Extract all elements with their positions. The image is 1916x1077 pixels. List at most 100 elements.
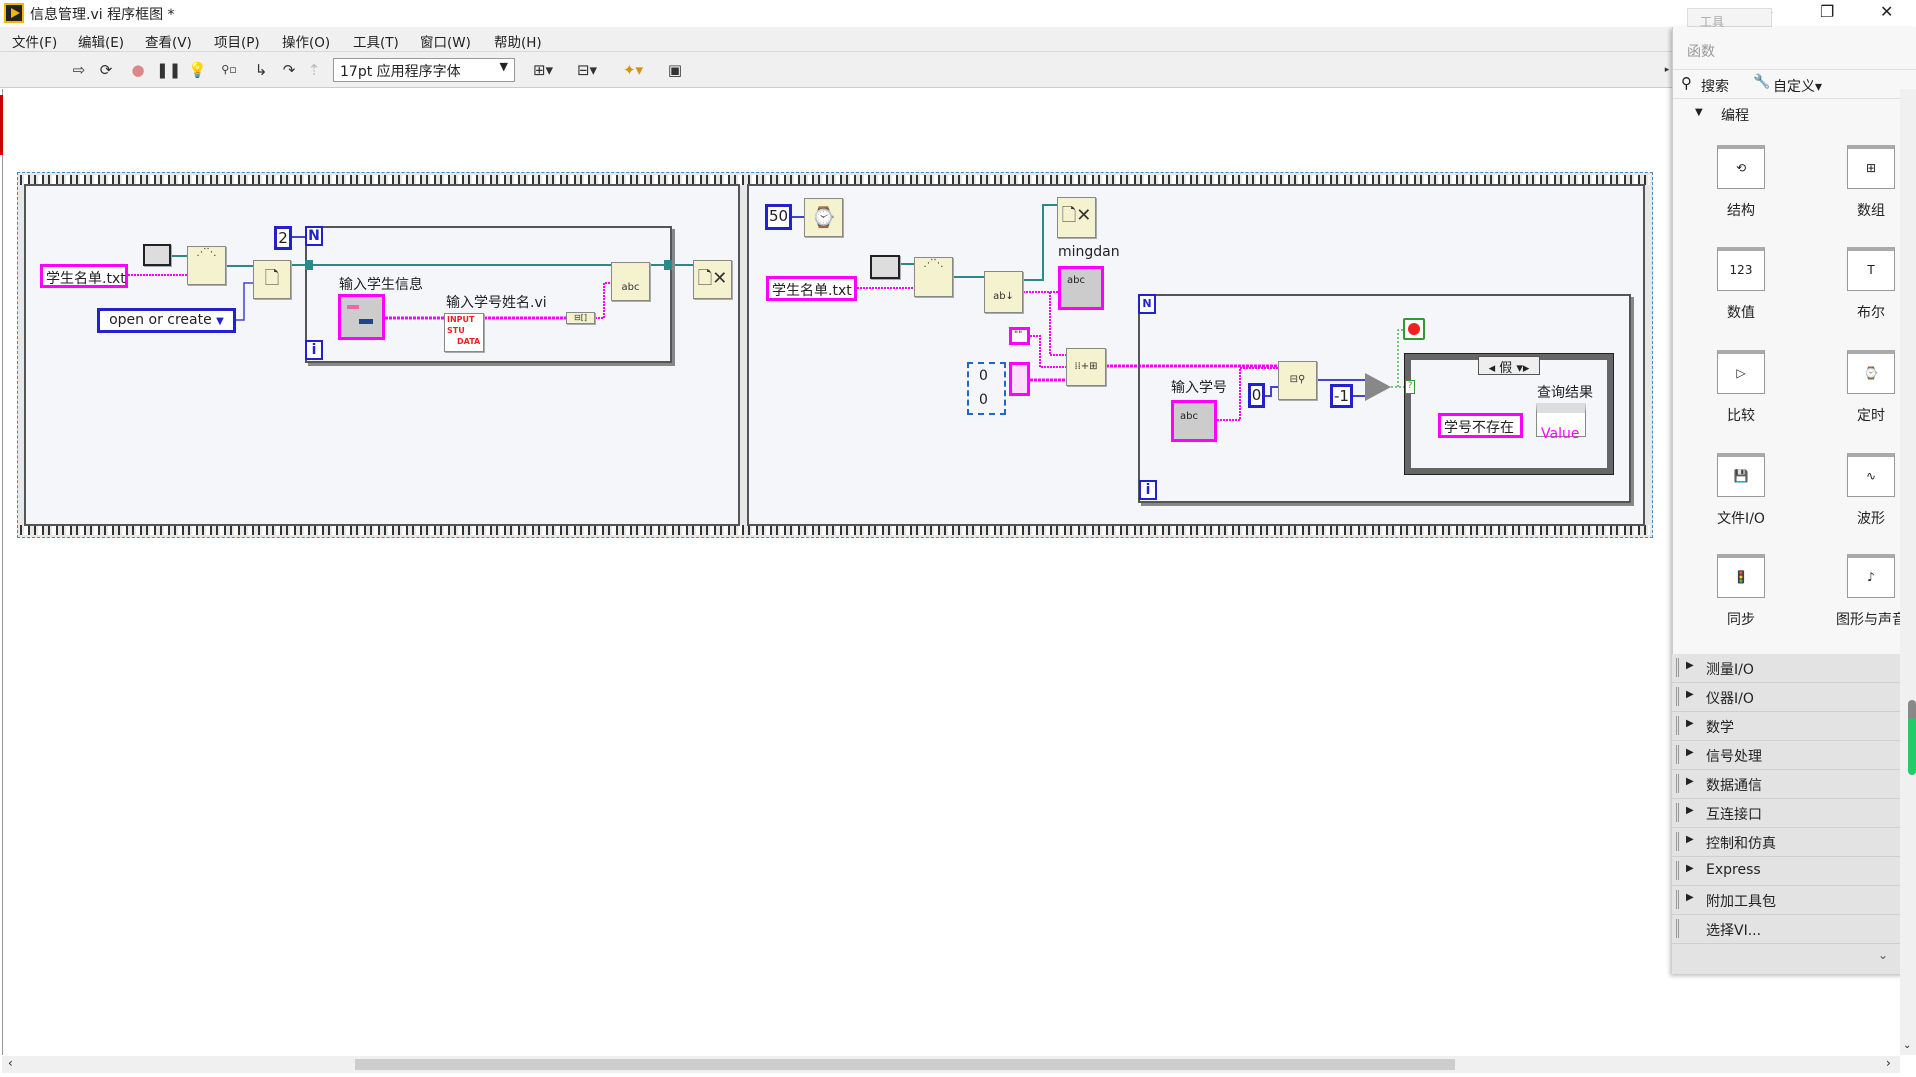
stop-terminal[interactable] — [1403, 318, 1425, 340]
empty-string-constant[interactable]: "" — [1009, 327, 1030, 345]
palette-category[interactable]: ▶ Express — [1672, 857, 1916, 886]
wait-ms-constant[interactable]: 50 — [765, 204, 792, 230]
palette-category[interactable]: ▶ 附加工具包 — [1672, 886, 1916, 915]
palette-category[interactable]: ▶ 互连接口 — [1672, 799, 1916, 828]
array-to-string-node[interactable]: ⊟[] — [566, 312, 595, 324]
search-icon[interactable]: ⚲ — [1681, 74, 1692, 92]
build-path-node[interactable]: ⋰⋱ — [187, 246, 226, 285]
open-mode-enum[interactable]: open or create ▼ — [97, 308, 236, 333]
result-indicator[interactable]: Value — [1536, 403, 1586, 442]
palette-item-label: 同步 — [1727, 612, 1755, 628]
horizontal-scroll-thumb[interactable] — [355, 1059, 1455, 1070]
loop-count-terminal[interactable]: N — [305, 226, 323, 246]
loop-count-constant[interactable]: 2 — [274, 226, 292, 250]
collapse-triangle-icon[interactable]: ▼ — [1695, 107, 1703, 118]
shift-register-right[interactable] — [664, 260, 672, 270]
palette-category[interactable]: ▶ 控制和仿真 — [1672, 828, 1916, 857]
path-string-constant-2[interactable]: 学生名单.txt — [766, 276, 857, 301]
palette-item[interactable]: ▷ 比较 — [1681, 350, 1801, 430]
subvi-text: STU — [447, 326, 465, 335]
search-button[interactable]: 搜索 — [1701, 76, 1729, 96]
palette-category-label: 信号处理 — [1706, 749, 1762, 765]
shift-register-left[interactable] — [305, 260, 313, 270]
path-string-constant[interactable]: 学生名单.txt — [40, 264, 128, 288]
expand-more-icon[interactable]: ⌄ — [1878, 948, 1888, 962]
palette-category[interactable]: ▶ 数据通信 — [1672, 770, 1916, 799]
greater-than-node[interactable] — [1365, 373, 1391, 401]
palette-category[interactable]: ▶ 信号处理 — [1672, 741, 1916, 770]
palette-scroll-thumb[interactable] — [1908, 700, 1916, 775]
input-student-subvi[interactable]: INPUT STU DATA — [444, 313, 484, 352]
palette-item[interactable]: 🚦 同步 — [1681, 554, 1801, 634]
graphics-sound-icon: ♪ — [1847, 554, 1895, 598]
open-mode-value: open or create — [109, 312, 212, 328]
drag-handle — [1676, 861, 1679, 880]
array-value: 0 — [979, 368, 988, 384]
timing-icon: ⌚ — [1847, 350, 1895, 394]
expand-triangle-icon: ▶ — [1686, 863, 1694, 874]
drag-handle — [1676, 716, 1679, 735]
start-index-constant[interactable]: 0 — [1248, 383, 1265, 408]
expand-triangle-icon: ▶ — [1686, 718, 1694, 729]
wait-node[interactable]: ⌚ — [804, 198, 843, 237]
close-file-node[interactable]: 🗋✕ — [693, 260, 732, 299]
not-found-constant[interactable]: -1 — [1330, 384, 1353, 408]
input-id-control[interactable]: abc — [1171, 400, 1217, 442]
boolean-icon: T — [1847, 247, 1895, 291]
expand-triangle-icon: ▶ — [1686, 747, 1694, 758]
expand-triangle-icon: ▶ — [1686, 805, 1694, 816]
scroll-right-icon[interactable]: › — [1886, 1056, 1891, 1070]
expand-triangle-icon: ▶ — [1686, 689, 1694, 700]
format-string-constant[interactable] — [1009, 362, 1030, 396]
drag-handle — [1676, 803, 1679, 822]
subvi-text: INPUT — [447, 315, 475, 324]
palette-category-label: Express — [1706, 862, 1761, 878]
palette-category[interactable]: 选择VI... — [1672, 915, 1916, 944]
drag-handle — [1676, 774, 1679, 793]
cluster-element-icon — [347, 305, 359, 309]
subvi-label: 输入学号姓名.vi — [446, 295, 547, 311]
array-icon: ⊞ — [1847, 145, 1895, 189]
student-info-cluster-control[interactable] — [338, 294, 385, 340]
case-selector-terminal[interactable]: ? — [1405, 380, 1415, 394]
spreadsheet-string-to-array-node[interactable]: ⁞⁞+⊞ — [1066, 348, 1106, 386]
wrench-icon: 🔧 — [1753, 74, 1771, 90]
wire-enum — [236, 282, 253, 321]
expand-triangle-icon: ▶ — [1686, 892, 1694, 903]
read-text-file-node[interactable]: ab↓ — [984, 271, 1023, 313]
search-1d-array-node[interactable]: ⊟⚲ — [1278, 361, 1317, 400]
vertical-scrollbar[interactable]: ⌄ — [1900, 89, 1916, 1055]
horizontal-scrollbar[interactable]: ‹ › — [2, 1056, 1900, 1073]
programming-section-header[interactable]: 编程 — [1721, 105, 1749, 125]
scroll-down-icon[interactable]: ⌄ — [1903, 1040, 1911, 1051]
case-selector-label[interactable]: ◂ 假 ▾▸ — [1478, 356, 1540, 376]
palette-item[interactable]: ⟲ 结构 — [1681, 145, 1801, 225]
palette-category-label: 选择VI... — [1706, 923, 1762, 939]
palette-category[interactable]: ▶ 数学 — [1672, 712, 1916, 741]
scroll-left-icon[interactable]: ‹ — [8, 1056, 13, 1070]
palette-item[interactable]: 123 数值 — [1681, 247, 1801, 327]
palette-item-label: 结构 — [1727, 203, 1755, 219]
wire-refnum-6 — [1023, 204, 1057, 281]
palette-category-label: 数据通信 — [1706, 778, 1762, 794]
open-file-node[interactable]: 🗋 — [253, 260, 291, 299]
structures-icon: ⟲ — [1717, 145, 1765, 189]
folder-icon[interactable] — [870, 255, 900, 279]
drag-handle — [1676, 687, 1679, 706]
palette-category[interactable]: ▶ 仪器I/O — [1672, 683, 1916, 712]
subvi-text: DATA — [457, 337, 481, 346]
palette-category[interactable]: ▶ 测量I/O — [1672, 654, 1916, 683]
palette-item-label: 比较 — [1727, 408, 1755, 424]
write-text-file-node[interactable]: abc — [611, 262, 650, 301]
build-path-node-2[interactable]: ⋰⋱ — [914, 257, 953, 297]
customize-button[interactable]: 自定义▾ — [1773, 76, 1822, 96]
format-array-constant[interactable]: 0 0 — [967, 362, 1006, 415]
mingdan-indicator[interactable]: abc — [1058, 266, 1104, 310]
close-file-node-2[interactable]: 🗋✕ — [1057, 197, 1096, 238]
not-exist-string-constant[interactable]: 学号不存在 — [1438, 413, 1523, 438]
loop-count-terminal-conditional[interactable]: N — [1138, 294, 1156, 314]
drag-handle — [1676, 658, 1679, 677]
palette-item[interactable]: 💾 文件I/O — [1681, 453, 1801, 533]
drag-handle — [1676, 832, 1679, 851]
folder-icon[interactable] — [143, 244, 171, 266]
